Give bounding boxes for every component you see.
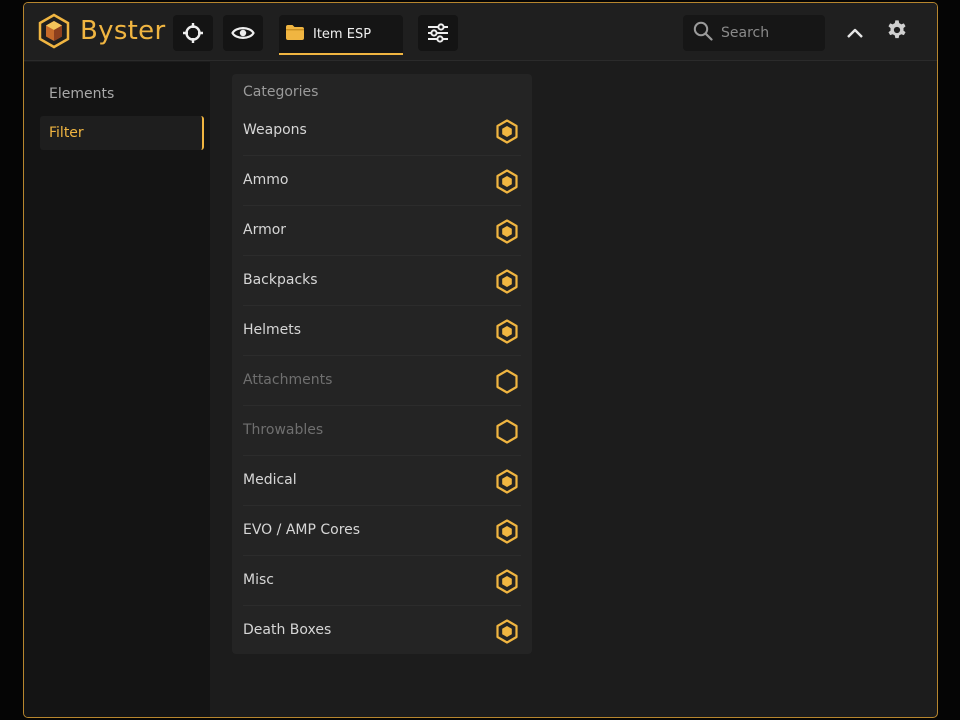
hexagon-checked-icon[interactable] — [495, 218, 519, 244]
top-bar: Byster Item ESP Search — [24, 3, 937, 61]
category-label: Medical — [243, 471, 297, 488]
category-label: Attachments — [243, 371, 333, 388]
search-box — [683, 15, 825, 51]
category-label: Ammo — [243, 171, 289, 188]
category-label: Misc — [243, 571, 274, 588]
hexagon-checked-icon[interactable] — [495, 618, 519, 644]
crosshair-icon — [182, 22, 204, 44]
sliders-icon — [427, 23, 449, 43]
sidebar-item-elements[interactable]: Elements — [40, 77, 204, 111]
search-input[interactable] — [719, 24, 819, 42]
category-list: Weapons Ammo Armor Backpacks Helmets Attachme… — [232, 106, 532, 656]
category-label: Helmets — [243, 321, 302, 338]
category-label: Armor — [243, 221, 287, 238]
sidebar: Elements Filter — [24, 62, 210, 717]
app-logo: Byster — [36, 13, 165, 49]
hexagon-unchecked-icon[interactable] — [495, 368, 519, 394]
main-window: Byster Item ESP Search Elements Filter C… — [23, 2, 938, 718]
settings-button[interactable] — [884, 19, 910, 45]
panel-title: Categories — [243, 84, 319, 100]
category-label: Weapons — [243, 121, 307, 138]
tab-item-esp-label: Item ESP — [313, 26, 372, 42]
hexagon-checked-icon[interactable] — [495, 268, 519, 294]
category-row[interactable]: Attachments — [243, 356, 521, 406]
category-row[interactable]: Medical — [243, 456, 521, 506]
category-label: Death Boxes — [243, 622, 332, 638]
category-row[interactable]: Backpacks — [243, 256, 521, 306]
category-label: Throwables — [243, 421, 324, 438]
hexagon-checked-icon[interactable] — [495, 118, 519, 144]
category-label: Backpacks — [243, 271, 318, 288]
search-icon — [693, 21, 713, 45]
category-row[interactable]: Misc — [243, 556, 521, 606]
category-row[interactable]: Armor — [243, 206, 521, 256]
folder-icon — [285, 23, 305, 45]
sidebar-item-label: Elements — [49, 86, 115, 102]
hexagon-checked-icon[interactable] — [495, 468, 519, 494]
category-row[interactable]: Death Boxes — [243, 606, 521, 656]
hexagon-checked-icon[interactable] — [495, 318, 519, 344]
hexagon-checked-icon[interactable] — [495, 568, 519, 594]
category-row[interactable]: Ammo — [243, 156, 521, 206]
categories-panel: Categories Weapons Ammo Armor Backpacks Helm… — [232, 74, 532, 654]
gear-icon — [886, 19, 908, 45]
hexagon-logo-icon — [36, 13, 72, 49]
sidebar-item-filter[interactable]: Filter — [40, 116, 204, 150]
category-row[interactable]: Throwables — [243, 406, 521, 456]
tab-visuals[interactable] — [223, 15, 263, 51]
category-label: EVO / AMP Cores — [243, 521, 361, 538]
hexagon-unchecked-icon[interactable] — [495, 418, 519, 444]
tab-settings-sliders[interactable] — [418, 15, 458, 51]
category-row[interactable]: EVO / AMP Cores — [243, 506, 521, 556]
sidebar-item-label: Filter — [49, 125, 84, 141]
tab-aim[interactable] — [173, 15, 213, 51]
collapse-button[interactable] — [842, 20, 868, 46]
hexagon-checked-icon[interactable] — [495, 518, 519, 544]
chevron-up-icon — [846, 24, 864, 43]
category-row[interactable]: Helmets — [243, 306, 521, 356]
eye-icon — [231, 24, 255, 42]
category-row[interactable]: Weapons — [243, 106, 521, 156]
tab-item-esp[interactable]: Item ESP — [279, 15, 403, 55]
app-name: Byster — [80, 16, 166, 46]
hexagon-checked-icon[interactable] — [495, 168, 519, 194]
